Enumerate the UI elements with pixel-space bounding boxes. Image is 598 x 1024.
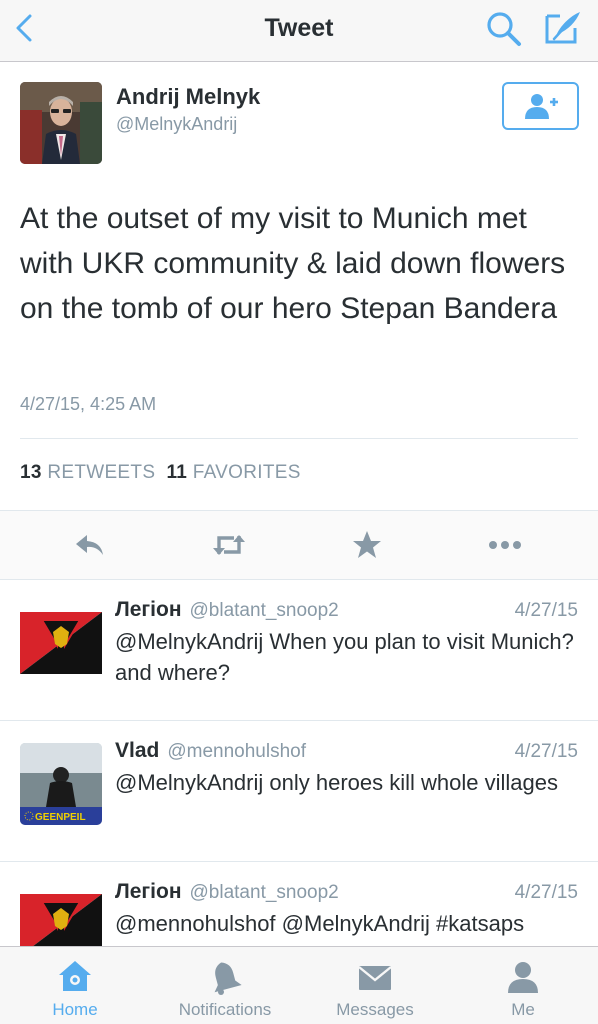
tweet-text: At the outset of my visit to Munich met …	[20, 202, 566, 325]
retweets-stat[interactable]: 13 RETWEETS	[20, 462, 155, 483]
home-icon	[59, 961, 91, 991]
retweet-icon[interactable]	[210, 528, 245, 562]
reply-date: 4/27/15	[514, 741, 578, 762]
avatar[interactable]	[20, 82, 102, 164]
reply-text: @MelnykAndrij When you plan to visit Mun…	[115, 629, 574, 685]
navigation-bar: Tweet	[0, 0, 598, 62]
reply-date: 4/27/15	[514, 600, 578, 621]
bell-icon	[214, 962, 242, 995]
reply-text: @MelnykAndrij only heroes kill whole vil…	[115, 770, 558, 795]
reply-author-handle[interactable]: @blatant_snoop2	[190, 882, 339, 903]
reply-author-handle[interactable]: @mennohulshof	[167, 741, 306, 762]
tweet-timestamp: 4/27/15, 4:25 AM	[20, 394, 157, 414]
divider	[20, 438, 578, 439]
tab-messages[interactable]: Messages	[300, 947, 450, 1024]
envelope-icon	[358, 966, 392, 990]
reply-author-name[interactable]: Легіон	[115, 880, 182, 903]
search-icon[interactable]	[484, 8, 524, 48]
more-icon[interactable]	[487, 528, 521, 562]
tab-home[interactable]: Home	[0, 947, 150, 1024]
tab-label: Messages	[336, 1000, 414, 1019]
main-tweet: Andrij Melnyk @MelnykAndrij At the outse…	[0, 62, 598, 580]
reply-text: @mennohulshof @MelnykAndrij #katsaps	[115, 911, 525, 936]
reply-icon[interactable]	[73, 528, 107, 562]
favorites-stat[interactable]: 11 FAVORITES	[166, 462, 300, 483]
avatar[interactable]: GEENPEIL	[20, 743, 102, 825]
reply-date: 4/27/15	[514, 882, 578, 903]
person-icon	[508, 962, 538, 993]
tab-label: Home	[52, 1000, 98, 1019]
svg-text:GEENPEIL: GEENPEIL	[35, 812, 86, 823]
tab-label: Notifications	[178, 1000, 272, 1019]
author-name[interactable]: Andrij Melnyk	[116, 84, 260, 110]
tab-notifications[interactable]: Notifications	[150, 947, 300, 1024]
reply-author-handle[interactable]: @blatant_snoop2	[190, 600, 339, 621]
add-user-icon	[524, 94, 558, 119]
tab-label: Me	[511, 1000, 535, 1019]
favorite-icon[interactable]	[350, 528, 384, 562]
reply-author-name[interactable]: Vlad	[115, 739, 159, 762]
avatar[interactable]	[20, 602, 102, 684]
compose-icon[interactable]	[542, 8, 584, 48]
chevron-left-icon[interactable]	[10, 12, 42, 44]
reply-author-name[interactable]: Легіон	[115, 598, 182, 621]
tweet-stats: 13 RETWEETS 11 FAVORITES	[20, 462, 301, 484]
tab-me[interactable]: Me	[448, 947, 598, 1024]
tab-bar: Home Notifications Messages Me	[0, 946, 598, 1024]
tweet-actions	[0, 511, 598, 579]
follow-button[interactable]	[502, 82, 579, 130]
reply-tweet[interactable]: Легіон @blatant_snoop2 4/27/15 @MelnykAnd…	[0, 580, 598, 721]
author-handle[interactable]: @MelnykAndrij	[116, 114, 237, 135]
reply-tweet[interactable]: GEENPEIL Vlad @mennohulshof 4/27/15 @Meln…	[0, 721, 598, 862]
